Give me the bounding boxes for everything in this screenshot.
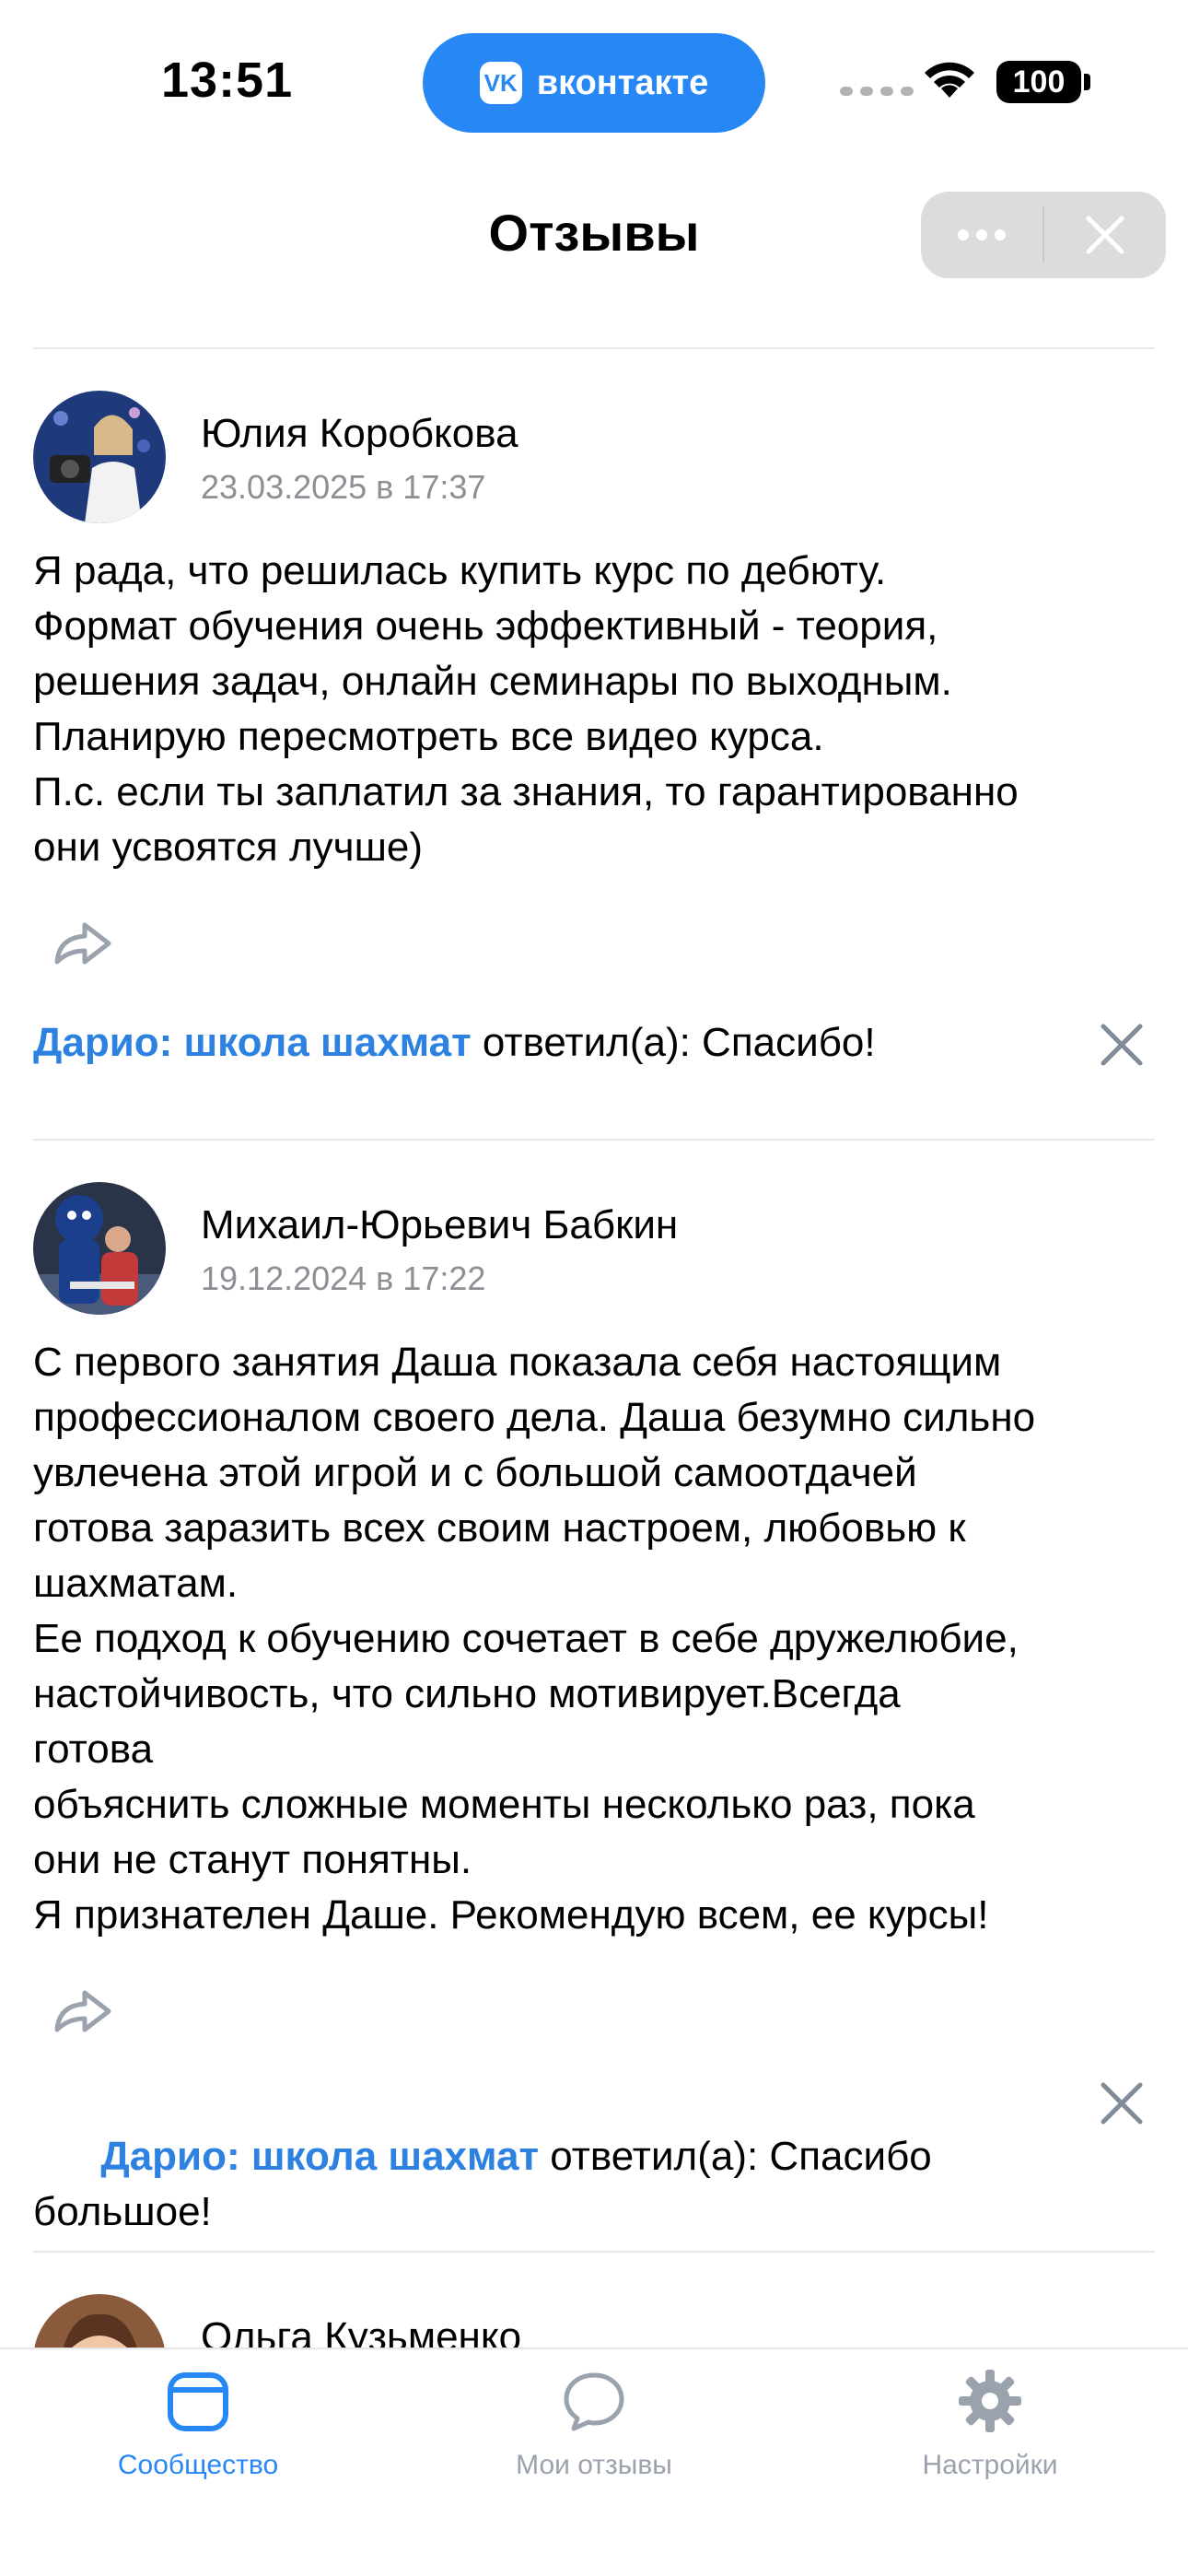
wifi-icon xyxy=(925,62,974,98)
vk-app-pill[interactable]: VK вконтакте xyxy=(423,33,765,133)
close-icon[interactable] xyxy=(1098,1021,1146,1069)
tab-community[interactable]: Сообщество xyxy=(60,2368,336,2481)
more-button[interactable] xyxy=(921,192,1042,278)
share-icon[interactable] xyxy=(52,1984,116,2039)
tab-label: Сообщество xyxy=(117,2450,279,2480)
header-actions xyxy=(921,192,1166,278)
close-icon xyxy=(1086,216,1124,254)
review-author[interactable]: Михаил-Юрьевич Бабкин xyxy=(201,1202,678,1248)
more-dots-icon xyxy=(958,229,1006,240)
battery-cap xyxy=(1084,74,1090,90)
vk-logo-icon: VK xyxy=(479,62,522,104)
vk-pill-label: вконтакте xyxy=(536,63,709,102)
avatar[interactable] xyxy=(33,391,166,523)
tab-label: Мои отзывы xyxy=(516,2450,672,2480)
battery-icon: 100 xyxy=(996,61,1081,103)
review-date: 23.03.2025 в 17:37 xyxy=(201,468,486,506)
status-time: 13:51 xyxy=(161,53,294,108)
divider xyxy=(33,347,1155,349)
tab-label: Настройки xyxy=(922,2450,1058,2480)
divider xyxy=(33,2251,1155,2253)
reply-text: ответил(а): Спасибо! xyxy=(471,1020,876,1065)
reply-author-link[interactable]: Дарио: школа шахмат xyxy=(33,1020,472,1065)
share-icon[interactable] xyxy=(52,916,116,971)
review-author[interactable]: Юлия Коробкова xyxy=(201,411,518,457)
status-bar: 13:51 VK вконтакте 100 xyxy=(0,0,1188,147)
tab-my-reviews[interactable]: Мои отзывы xyxy=(456,2368,732,2481)
reply-author-link[interactable]: Дарио: школа шахмат xyxy=(100,2134,539,2179)
chat-bubble-icon xyxy=(564,2372,624,2431)
avatar[interactable] xyxy=(33,1182,166,1315)
owner-reply: Дарио: школа шахмат ответил(а): Спасибо … xyxy=(33,2074,1074,2295)
review-text: С первого занятия Даша показала себя нас… xyxy=(33,1340,1036,1938)
review-text: Я рада, что решилась купить курс по дебю… xyxy=(33,548,1019,870)
reviews-screen: 13:51 VK вконтакте 100 Отзывы Юлия Короб… xyxy=(0,0,1188,2576)
community-icon xyxy=(168,2372,228,2431)
close-icon[interactable] xyxy=(1098,2079,1146,2127)
tab-settings[interactable]: Настройки xyxy=(852,2368,1128,2481)
close-button[interactable] xyxy=(1044,192,1166,278)
cellular-signal-icon xyxy=(840,87,914,96)
gear-icon xyxy=(959,2370,1021,2432)
review-date: 19.12.2024 в 17:22 xyxy=(201,1259,486,1297)
owner-reply: Дарио: школа шахмат ответил(а): Спасибо! xyxy=(33,1015,1074,1071)
divider xyxy=(33,1139,1155,1141)
tab-bar: Сообщество Мои отзывы Настройки xyxy=(0,2348,1188,2576)
